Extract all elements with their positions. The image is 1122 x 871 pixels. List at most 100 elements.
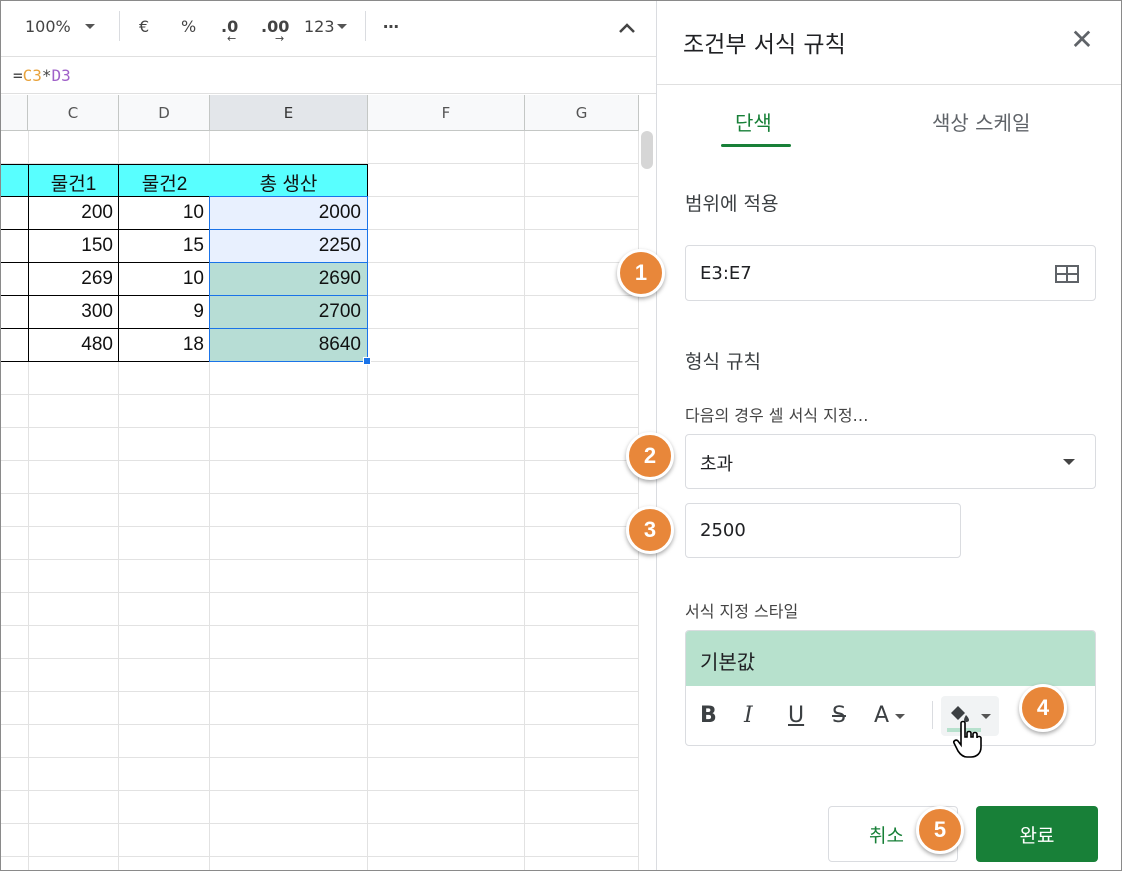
column-header-c[interactable]: C xyxy=(28,95,119,131)
grid-line xyxy=(1,394,639,395)
chevron-down-icon xyxy=(1063,459,1075,465)
more-button[interactable]: ⋯ xyxy=(383,13,399,39)
arrow-right-icon: → xyxy=(275,31,285,45)
decrease-decimal-button[interactable]: .0 ← xyxy=(221,13,238,45)
table-cell[interactable]: 10 xyxy=(119,197,210,230)
condition-label: 다음의 경우 셀 서식 지정… xyxy=(685,406,869,425)
format-rules-label: 형식 규칙 xyxy=(685,351,761,373)
hand-cursor-icon xyxy=(953,720,982,758)
table-cell-selected[interactable]: 2000 xyxy=(210,197,367,230)
more-icon: ⋯ xyxy=(383,16,399,36)
table-header-cell[interactable]: 물건1 xyxy=(28,164,119,197)
table-cell[interactable]: 269 xyxy=(28,263,119,296)
grid-line xyxy=(524,131,525,870)
grid-line xyxy=(1,757,639,758)
condition-value: 초과 xyxy=(700,454,734,475)
grid-line xyxy=(1,691,639,692)
text-color-button[interactable]: A xyxy=(874,703,906,728)
table-cell[interactable]: 9 xyxy=(119,296,210,329)
value-input-text: 2500 xyxy=(700,520,746,541)
panel-title: 조건부 서식 규칙 xyxy=(683,32,846,58)
table-cell[interactable]: 10 xyxy=(119,263,210,296)
apply-range-label: 범위에 적용 xyxy=(685,193,779,215)
percent-button[interactable]: % xyxy=(181,13,196,39)
toolbar-divider xyxy=(119,11,120,41)
percent-label: % xyxy=(181,16,197,36)
column-header-e[interactable]: E xyxy=(210,95,368,131)
table-cell[interactable]: 480 xyxy=(28,329,119,362)
currency-label: € xyxy=(139,16,150,36)
toolbar-divider xyxy=(365,11,366,41)
spreadsheet-grid[interactable]: C D E F G 물건1 물건2 총 생산 200 10 2000 150 1… xyxy=(1,95,656,870)
collapse-toolbar-button[interactable] xyxy=(617,15,637,41)
value-input[interactable]: 2500 xyxy=(685,503,961,558)
text-color-label: A xyxy=(874,703,890,728)
formula-equals: = xyxy=(13,66,23,85)
vertical-scrollbar[interactable] xyxy=(641,131,653,169)
range-input[interactable]: E3:E7 xyxy=(685,245,1096,301)
number-format-select[interactable]: 123 xyxy=(304,13,347,39)
close-icon[interactable]: ✕ xyxy=(1069,26,1095,54)
step-badge-1: 1 xyxy=(617,249,665,297)
chevron-down-icon xyxy=(336,23,347,29)
formula-bar[interactable]: =C3*D3 xyxy=(1,58,656,94)
zoom-select[interactable]: 100% xyxy=(25,13,95,39)
conditional-format-panel: 조건부 서식 규칙 ✕ 단색 색상 스케일 범위에 적용 E3:E7 형식 규칙… xyxy=(656,1,1121,870)
table-cell-highlighted[interactable]: 8640 xyxy=(210,329,367,362)
table-cell-selected[interactable]: 2250 xyxy=(210,230,367,263)
table-cell-highlighted[interactable]: 2700 xyxy=(210,296,367,329)
bold-button[interactable]: B xyxy=(700,703,717,728)
formula-ref-1: C3 xyxy=(22,66,42,85)
table-cell[interactable]: 200 xyxy=(28,197,119,230)
select-range-icon[interactable] xyxy=(1055,265,1079,283)
grid-line xyxy=(1,856,639,857)
table-cell[interactable]: 300 xyxy=(28,296,119,329)
chevron-up-icon xyxy=(619,23,635,33)
zoom-value: 100% xyxy=(25,16,71,36)
number-format-label: 123 xyxy=(304,16,335,36)
fill-handle[interactable] xyxy=(363,357,371,365)
increase-decimal-button[interactable]: .00 → xyxy=(261,13,289,45)
table-cell[interactable]: 18 xyxy=(119,329,210,362)
column-header-partial[interactable] xyxy=(1,95,28,131)
style-label: 서식 지정 스타일 xyxy=(685,602,799,621)
grid-line xyxy=(1,724,639,725)
grid-line xyxy=(638,131,639,870)
step-badge-4: 4 xyxy=(1019,684,1067,732)
step-badge-3: 3 xyxy=(626,506,674,554)
currency-button[interactable]: € xyxy=(139,13,149,39)
tab-single-color[interactable]: 단색 xyxy=(735,107,772,136)
formula-operator: * xyxy=(41,66,52,85)
condition-select[interactable]: 초과 xyxy=(685,434,1096,489)
done-button[interactable]: 완료 xyxy=(976,806,1098,862)
table-header-cell[interactable]: 총 생산 xyxy=(210,164,367,197)
grid-line xyxy=(1,526,639,527)
table-cell[interactable]: 150 xyxy=(28,230,119,263)
toolbar: 100% € % .0 ← .00 → 123 ⋯ xyxy=(1,1,656,57)
table-header-cell[interactable]: 물건2 xyxy=(119,164,210,197)
tab-color-scale[interactable]: 색상 스케일 xyxy=(932,107,1030,136)
table-cell-highlighted[interactable]: 2690 xyxy=(210,263,367,296)
grid-line xyxy=(1,493,639,494)
column-header-g[interactable]: G xyxy=(525,95,639,131)
grid-line xyxy=(1,427,639,428)
grid-line xyxy=(1,625,639,626)
strikethrough-button[interactable]: S xyxy=(832,703,846,728)
grid-line xyxy=(1,790,639,791)
column-header-d[interactable]: D xyxy=(119,95,210,131)
step-badge-5: 5 xyxy=(916,806,964,854)
increase-decimal-icon: .00 → xyxy=(261,17,289,45)
step-badge-2: 2 xyxy=(626,432,674,480)
partial-column xyxy=(1,197,27,362)
formula-ref-2: D3 xyxy=(51,66,71,85)
column-header-f[interactable]: F xyxy=(368,95,525,131)
range-value: E3:E7 xyxy=(700,263,752,284)
table-cell[interactable]: 15 xyxy=(119,230,210,263)
toolbar-divider xyxy=(932,701,933,729)
grid-line xyxy=(1,823,639,824)
style-preview[interactable]: 기본값 xyxy=(686,631,1095,686)
italic-button[interactable]: I xyxy=(744,703,753,728)
underline-button[interactable]: U xyxy=(788,703,804,728)
tab-active-indicator xyxy=(721,144,791,147)
table-header-cell-partial[interactable] xyxy=(1,164,28,197)
